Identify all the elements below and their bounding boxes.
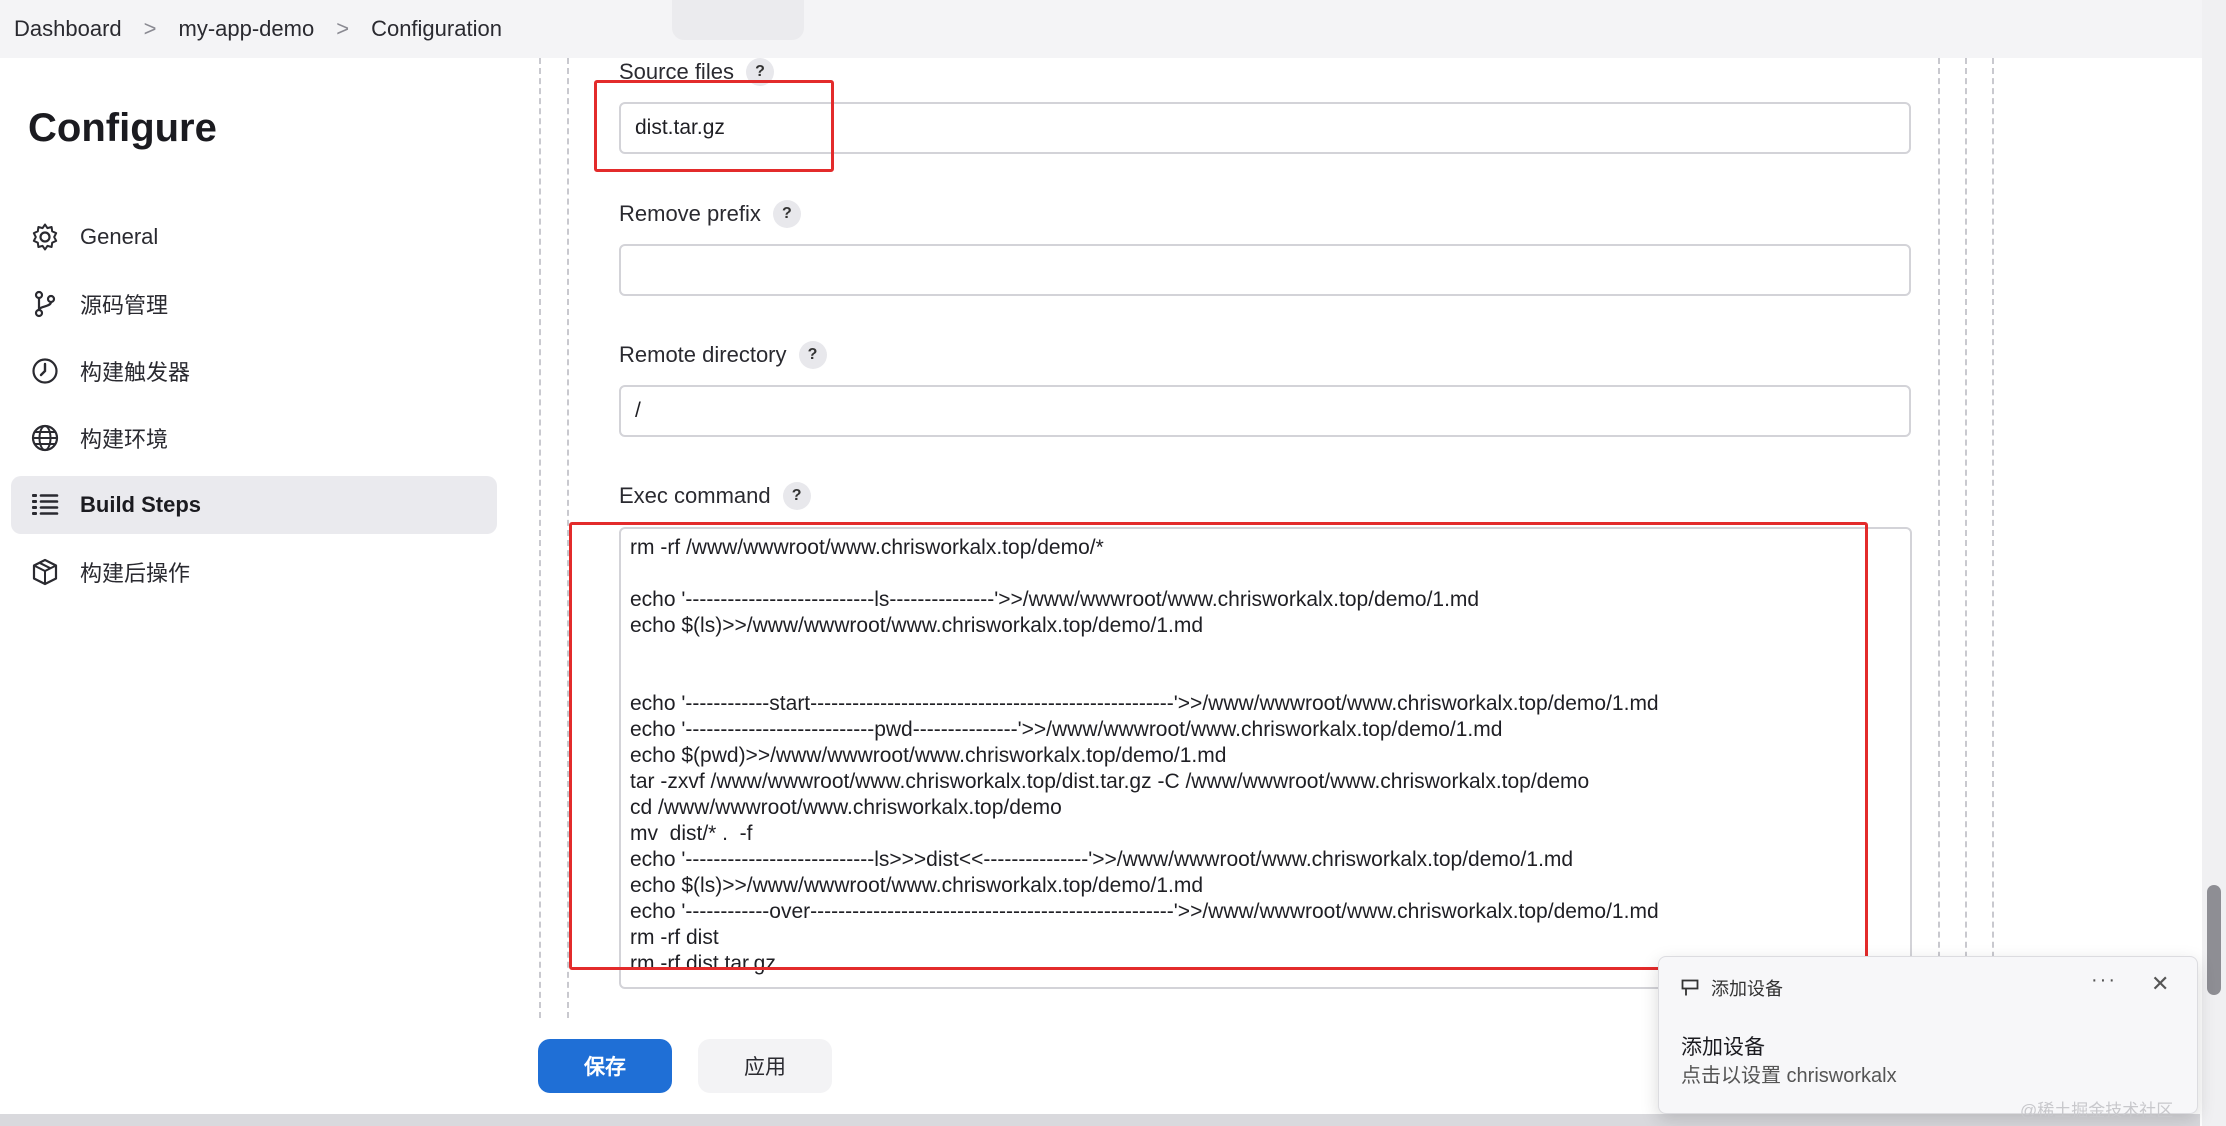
- section-frame-left-inner: [567, 58, 569, 1018]
- sidebar-item-general[interactable]: General: [11, 208, 497, 266]
- device-icon: [1681, 979, 1699, 997]
- code-line: echo $(pwd)>>/www/wwwroot/www.chrisworka…: [630, 744, 1227, 767]
- sidebar-item-scm[interactable]: 源码管理: [11, 275, 497, 333]
- save-button[interactable]: 保存: [538, 1039, 672, 1093]
- toast-app-header: 添加设备: [1681, 975, 1783, 1001]
- remote-directory-label: Remote directory ?: [619, 341, 827, 369]
- code-line: echo '---------------------------ls>>>di…: [630, 848, 1574, 871]
- section-frame-left-outer: [539, 58, 541, 1018]
- list-icon: [28, 488, 62, 522]
- sidebar-item-label: 构建环境: [80, 427, 169, 452]
- section-frame-right-mid: [1965, 58, 1967, 1018]
- page-title: Configure: [28, 106, 217, 150]
- chevron-right-icon: >: [336, 16, 350, 41]
- sidebar-item-post-build[interactable]: 构建后操作: [11, 543, 497, 601]
- remove-prefix-label: Remove prefix ?: [619, 200, 801, 228]
- section-frame-right-outer: [1992, 58, 1994, 1018]
- breadcrumb-project[interactable]: my-app-demo: [179, 16, 315, 42]
- help-icon[interactable]: ?: [798, 341, 827, 369]
- code-line: echo $(ls)>>/www/wwwroot/www.chrisworkal…: [630, 874, 1204, 897]
- globe-icon: [28, 421, 62, 455]
- code-line: echo '---------------------------ls-----…: [630, 588, 1480, 611]
- exec-command-textarea[interactable]: rm -rf /www/wwwroot/www.chrisworkalx.top…: [619, 527, 1912, 989]
- exec-command-label: Exec command ?: [619, 482, 811, 510]
- sidebar-item-label: 构建后操作: [80, 561, 191, 586]
- sidebar-item-triggers[interactable]: 构建触发器: [11, 342, 497, 400]
- sidebar-item-label: 构建触发器: [80, 360, 191, 385]
- close-icon[interactable]: ✕: [2151, 971, 2169, 997]
- source-files-input[interactable]: [619, 102, 1911, 154]
- more-icon[interactable]: ···: [2091, 969, 2117, 992]
- clock-icon: [28, 354, 62, 388]
- breadcrumb-configuration[interactable]: Configuration: [371, 16, 502, 42]
- chevron-right-icon: >: [143, 16, 157, 41]
- section-frame-right-inner: [1938, 58, 1940, 1018]
- toast-title: 添加设备: [1681, 1036, 1765, 1059]
- code-line: mv dist/* . -f: [630, 822, 753, 845]
- remove-prefix-input[interactable]: [619, 244, 1911, 296]
- help-icon[interactable]: ?: [772, 200, 801, 228]
- sidebar-item-label: 源码管理: [80, 293, 169, 318]
- code-line: cd /www/wwwroot/www.chrisworkalx.top/dem…: [630, 796, 1062, 819]
- breadcrumb-dashboard[interactable]: Dashboard: [14, 16, 122, 42]
- code-line: rm -rf /www/wwwroot/www.chrisworkalx.top…: [630, 536, 1104, 559]
- branch-icon: [28, 287, 62, 321]
- code-line: echo $(ls)>>/www/wwwroot/www.chrisworkal…: [630, 614, 1204, 637]
- toast-body: 点击以设置 chrisworkalx: [1681, 1065, 1897, 1087]
- watermark: @稀土掘金技术社区: [2020, 1101, 2174, 1120]
- apply-button[interactable]: 应用: [698, 1039, 832, 1093]
- sidebar-item-build-steps[interactable]: Build Steps: [11, 476, 497, 534]
- code-line: echo '------------start-----------------…: [630, 692, 1659, 715]
- sidebar-item-label: General: [80, 224, 159, 249]
- sidebar-item-label: Build Steps: [80, 492, 202, 517]
- horizontal-scrollbar[interactable]: [0, 1114, 2200, 1126]
- help-icon[interactable]: ?: [745, 58, 774, 86]
- help-icon[interactable]: ?: [782, 482, 811, 510]
- top-bar: Dashboard > my-app-demo > Configuration: [0, 0, 2226, 58]
- top-bar-pill: [672, 0, 804, 40]
- sidebar: Configure General 源码管理 构建触发器 构建环境 Build …: [0, 58, 520, 1068]
- exec-command-label-text: Exec command: [619, 483, 771, 508]
- code-line: tar -zxvf /www/wwwroot/www.chrisworkalx.…: [630, 770, 1590, 793]
- sidebar-nav: General 源码管理 构建触发器 构建环境 Build Steps 构建后操…: [11, 208, 497, 610]
- gear-icon: [28, 220, 62, 254]
- code-line: echo '------------over------------------…: [630, 900, 1659, 923]
- code-line: rm -rf dist: [630, 926, 719, 949]
- notification-toast[interactable]: 添加设备 ··· ✕ 添加设备 点击以设置 chrisworkalx: [1658, 956, 2198, 1114]
- remote-directory-input[interactable]: [619, 385, 1911, 437]
- source-files-label-text: Source files: [619, 59, 734, 84]
- sidebar-item-environment[interactable]: 构建环境: [11, 409, 497, 467]
- toast-app-name: 添加设备: [1711, 979, 1783, 999]
- remote-directory-label-text: Remote directory: [619, 342, 787, 367]
- remove-prefix-label-text: Remove prefix: [619, 201, 761, 226]
- code-line: echo '---------------------------pwd----…: [630, 718, 1503, 741]
- source-files-label: Source files ?: [619, 58, 774, 86]
- cube-icon: [28, 555, 62, 589]
- vertical-scrollbar-thumb[interactable]: [2207, 885, 2221, 995]
- breadcrumb: Dashboard > my-app-demo > Configuration: [14, 16, 502, 42]
